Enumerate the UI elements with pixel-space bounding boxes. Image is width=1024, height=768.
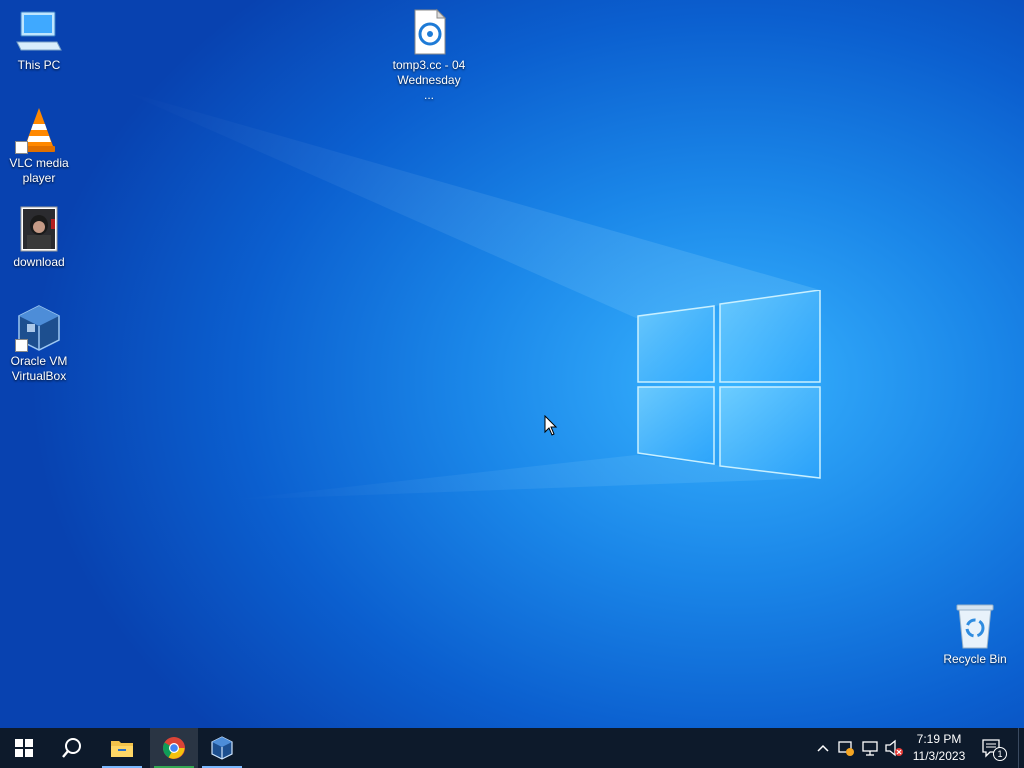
search-icon xyxy=(62,738,81,758)
network-tray-button[interactable] xyxy=(860,738,880,758)
wallpaper-beams xyxy=(120,90,820,500)
desktop-icon-label: Oracle VM VirtualBox xyxy=(10,354,68,383)
security-warning-icon xyxy=(838,741,854,756)
desktop-icon-virtualbox[interactable]: Oracle VM VirtualBox xyxy=(1,304,77,384)
audio-file-icon xyxy=(405,8,453,56)
windows-start-icon xyxy=(15,739,33,757)
network-icon xyxy=(862,741,878,756)
folder-icon xyxy=(111,741,133,757)
show-desktop-button[interactable] xyxy=(1018,728,1024,768)
desktop-icon-label: VLC media player xyxy=(9,156,69,185)
security-tray-button[interactable] xyxy=(836,738,856,758)
desktop-icon-audio-file[interactable]: tomp3.cc - 04 Wednesday ... xyxy=(391,8,467,103)
desktop-icon-label: This PC xyxy=(17,58,61,72)
desktop: This PC VLC media player download Oracle… xyxy=(0,0,1024,728)
volume-muted-icon xyxy=(885,739,903,757)
shortcut-arrow-icon xyxy=(15,141,28,154)
image-file-icon xyxy=(15,205,63,253)
desktop-icon-label: Recycle Bin xyxy=(943,652,1007,666)
desktop-icon-label: tomp3.cc - 04 Wednesday ... xyxy=(392,58,466,102)
show-hidden-icons-button[interactable] xyxy=(813,738,833,758)
shortcut-arrow-icon xyxy=(15,339,28,352)
this-pc-icon xyxy=(15,8,63,56)
virtualbox-icon xyxy=(211,736,233,760)
chevron-up-icon xyxy=(817,744,829,752)
vlc-icon xyxy=(15,106,63,154)
recycle-bin-icon xyxy=(951,602,999,650)
clock-time: 7:19 PM xyxy=(916,732,962,746)
action-center-button[interactable]: 1 xyxy=(982,738,1007,761)
volume-tray-button[interactable] xyxy=(884,738,904,758)
windows-logo xyxy=(637,290,821,479)
virtualbox-icon xyxy=(15,304,63,352)
mouse-cursor-icon xyxy=(544,415,558,436)
chrome-icon xyxy=(163,737,185,759)
chrome-button[interactable] xyxy=(150,728,198,768)
clock-date: 11/3/2023 xyxy=(912,749,966,763)
desktop-icon-recycle-bin[interactable]: Recycle Bin xyxy=(937,602,1013,667)
start-button[interactable] xyxy=(0,728,48,768)
desktop-icon-label: download xyxy=(13,255,65,269)
search-button[interactable] xyxy=(48,728,96,768)
desktop-icon-download[interactable]: download xyxy=(1,205,77,270)
taskbar: 7:19 PM 11/3/2023 1 xyxy=(0,728,1024,768)
clock[interactable]: 7:19 PM 11/3/2023 xyxy=(905,731,973,765)
notification-count-badge: 1 xyxy=(993,747,1007,761)
desktop-icon-this-pc[interactable]: This PC xyxy=(1,8,77,73)
desktop-icon-vlc[interactable]: VLC media player xyxy=(1,106,77,186)
file-explorer-button[interactable] xyxy=(98,728,146,768)
virtualbox-taskbar-button[interactable] xyxy=(198,728,246,768)
